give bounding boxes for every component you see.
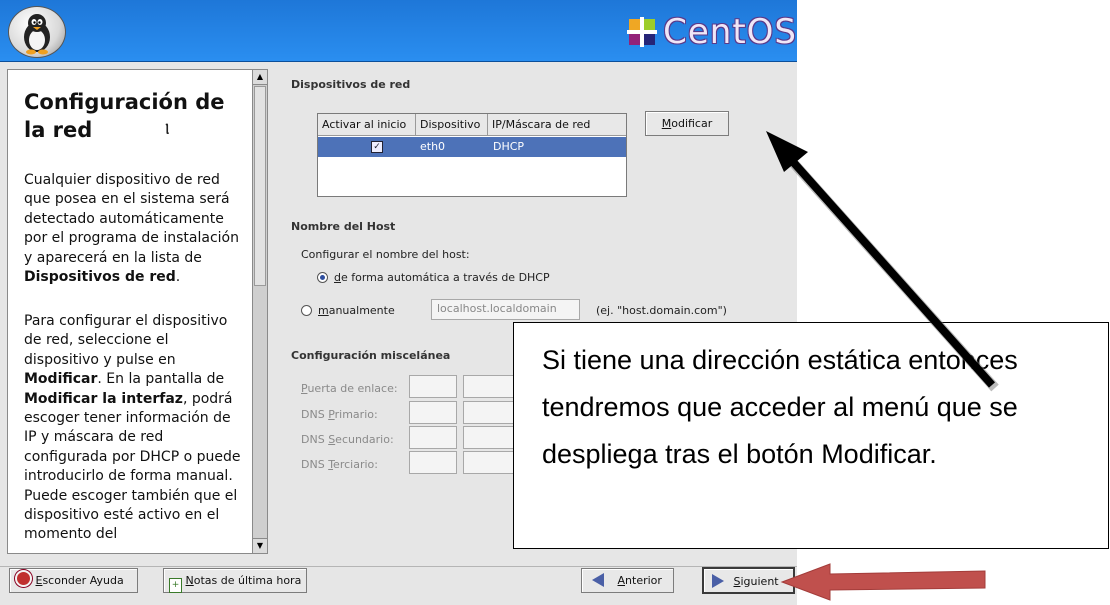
black-arrow xyxy=(766,131,999,392)
red-arrow xyxy=(780,563,986,601)
annotation-arrows xyxy=(766,131,999,601)
